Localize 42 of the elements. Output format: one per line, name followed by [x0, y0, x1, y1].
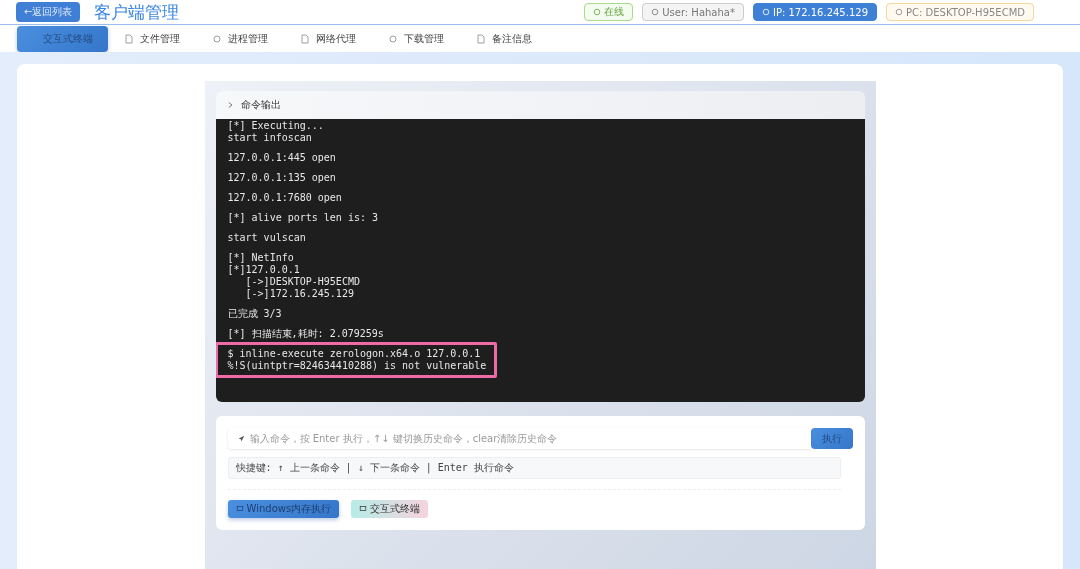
terminal-line: start infoscan	[227, 132, 313, 144]
circle-icon	[388, 33, 398, 44]
status-badge: IP: 172.16.245.129	[752, 3, 877, 21]
monitor-icon	[235, 505, 244, 513]
terminal-line: [*] NetInfo	[227, 252, 295, 264]
terminal-line: start vulscan	[227, 232, 306, 244]
terminal-line: [*] 扫描结束,耗时: 2.079259s	[227, 328, 384, 340]
command-input[interactable]: 输入命令，按 Enter 执行，↑↓ 键切换历史命令，clear清除历史命令	[227, 428, 811, 449]
terminal-line: [*] alive ports len is: 3	[227, 212, 378, 224]
terminal-line: [*]127.0.0.1	[227, 264, 301, 276]
shortcut-hint: 快捷键: ↑ 上一条命令 | ↓ 下一条命令 | Enter 执行命令	[227, 457, 841, 479]
terminal-line: %!S(uintptr=824634410288) is not vulnerable	[227, 360, 487, 372]
terminal-line: [->]DESKTOP-H95ECMD	[244, 276, 360, 288]
circle-icon	[761, 8, 770, 16]
status-badge: User: Hahaha*	[642, 3, 744, 21]
document-icon	[300, 33, 310, 44]
terminal-line: $ inline-execute zerologon.x64.o 127.0.0.1	[227, 348, 482, 360]
output-title: 命令输出	[240, 98, 281, 112]
circle-icon	[895, 8, 903, 16]
document-icon	[476, 33, 486, 44]
circle-icon	[593, 8, 602, 16]
document-icon	[124, 33, 134, 44]
terminal-line: 已完成 3/3	[227, 308, 282, 320]
monitor-icon	[359, 505, 368, 513]
circle-icon	[212, 33, 222, 44]
back-button[interactable]: ←返回列表	[16, 2, 81, 22]
terminal-line: 127.0.0.1:445 open	[227, 152, 336, 164]
status-badge: 在线	[584, 3, 634, 21]
status-badge: PC: DESKTOP-H95ECMD	[886, 3, 1034, 21]
tab[interactable]: 下载管理	[372, 25, 460, 52]
action-button[interactable]: 交互式终端	[351, 500, 429, 518]
page-title: 客户端管理	[94, 0, 180, 24]
terminal-line: [->]172.16.245.129	[244, 288, 355, 300]
tab[interactable]: 网络代理	[284, 25, 372, 52]
tab[interactable]: 文件管理	[108, 25, 196, 52]
tab[interactable]: 进程管理	[196, 25, 284, 52]
terminal-line: 127.0.0.1:135 open	[227, 172, 336, 184]
send-icon	[237, 435, 245, 442]
terminal-line: 127.0.0.1:7680 open	[227, 192, 342, 204]
circle-icon	[651, 8, 660, 16]
tab[interactable]: 备注信息	[460, 25, 548, 52]
terminal-line: [*] Executing...	[227, 120, 324, 132]
